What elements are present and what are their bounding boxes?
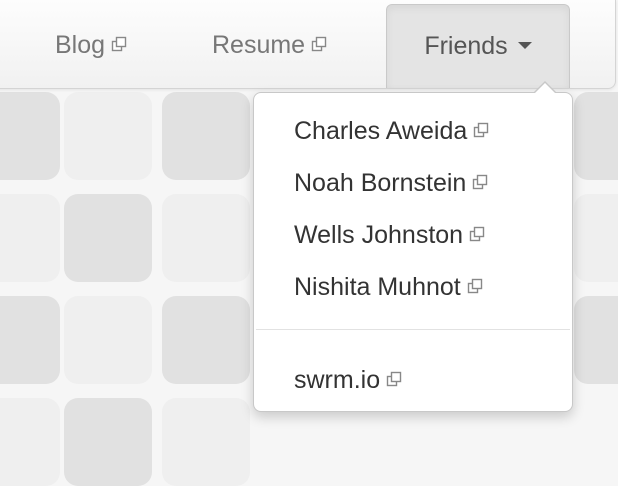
menu-item-label: Charles Aweida [294, 117, 468, 145]
nav-link-resume-label: Resume [212, 31, 306, 59]
menu-item-wells-johnston[interactable]: Wells Johnston [294, 215, 485, 255]
external-link-icon [386, 371, 402, 387]
external-link-icon [111, 36, 127, 52]
nav-link-blog[interactable]: Blog [55, 0, 127, 88]
menu-item-nishita-muhnot[interactable]: Nishita Muhnot [294, 267, 483, 307]
nav-link-resume[interactable]: Resume [212, 0, 327, 88]
friends-dropdown-menu: Charles Aweida Noah Bornstein Wells John… [253, 81, 573, 412]
friends-dropdown-label: Friends [424, 32, 508, 60]
menu-item-charles-aweida[interactable]: Charles Aweida [294, 111, 489, 151]
menu-divider [256, 329, 570, 330]
external-link-icon [311, 36, 327, 52]
external-link-icon [469, 226, 485, 242]
caret-down-icon [517, 41, 532, 49]
external-link-icon [472, 174, 488, 190]
external-link-icon [467, 278, 483, 294]
nav-link-blog-label: Blog [55, 31, 106, 59]
menu-item-label: swrm.io [294, 366, 381, 394]
menu-item-noah-bornstein[interactable]: Noah Bornstein [294, 163, 488, 203]
menu-item-label: Wells Johnston [294, 221, 464, 249]
menu-item-swrm-io[interactable]: swrm.io [294, 360, 402, 400]
menu-item-label: Noah Bornstein [294, 169, 467, 197]
friends-dropdown-toggle[interactable]: Friends [386, 4, 570, 88]
menu-item-label: Nishita Muhnot [294, 273, 461, 301]
external-link-icon [473, 122, 489, 138]
